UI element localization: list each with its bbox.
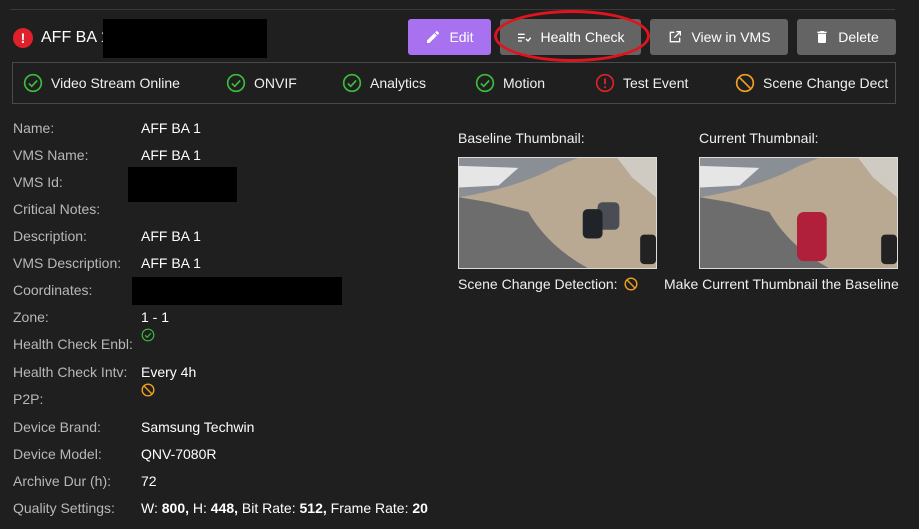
make-baseline-link[interactable]: Make Current Thumbnail the Baseline [664, 276, 899, 292]
block-icon [735, 73, 755, 93]
field-value: 72 [141, 473, 157, 489]
field-value: 1 - 1 [141, 309, 170, 325]
quality-bitrate: 512, [299, 500, 327, 516]
health-check-button[interactable]: Health Check [500, 19, 641, 55]
field-value: AFF BA 1 [141, 228, 201, 244]
pencil-icon [427, 30, 440, 43]
status-label: Analytics [370, 75, 427, 91]
alert-circle-icon [595, 73, 615, 93]
field-label: Coordinates: [13, 282, 93, 298]
field-label: Critical Notes: [13, 201, 101, 217]
field-label: Description: [13, 228, 87, 244]
device-title: AFF BA 1 [41, 29, 110, 46]
check-circle-icon [475, 73, 495, 93]
current-thumbnail-label: Current Thumbnail: [699, 130, 819, 146]
field-label: Device Model: [13, 446, 102, 462]
field-label: Health Check Intv: [13, 364, 128, 380]
current-thumbnail[interactable] [699, 157, 898, 269]
status-label: Test Event [623, 75, 689, 91]
field-label: Name: [13, 120, 55, 136]
field-label: VMS Description: [13, 255, 122, 271]
redacted-block [103, 19, 267, 58]
trash-icon [817, 31, 827, 43]
quality-height: 448, [210, 500, 239, 516]
field-label: P2P: [13, 391, 44, 407]
quality-framerate-label: Frame Rate: [330, 500, 409, 516]
status-scene-change: Scene Change Dect [735, 63, 888, 103]
redacted-coordinates [132, 277, 342, 305]
block-icon [624, 277, 638, 291]
view-in-vms-button-label: View in VMS [691, 29, 771, 45]
check-circle-icon [141, 328, 155, 345]
field-label: Archive Dur (h): [13, 473, 112, 489]
field-value: AFF BA 1 [141, 147, 201, 163]
field-label: Quality Settings: [13, 500, 115, 516]
field-label: Device Brand: [13, 419, 101, 435]
delete-button-label: Delete [838, 29, 879, 45]
alert-icon: ! [13, 28, 33, 48]
field-value: QNV-7080R [141, 446, 217, 462]
redacted-vms-id [128, 167, 237, 202]
field-label: Health Check Enbl: [13, 336, 133, 352]
field-label: VMS Id: [13, 174, 63, 190]
field-value: Every 4h [141, 364, 197, 380]
header-divider [10, 9, 895, 10]
status-video-stream: Video Stream Online [23, 63, 180, 103]
view-in-vms-button[interactable]: View in VMS [650, 19, 788, 55]
status-onvif: ONVIF [226, 63, 297, 103]
quality-width: 800, [161, 500, 189, 516]
device-header: ! AFF BA 1 [13, 26, 109, 50]
field-value: AFF BA 1 [141, 120, 201, 136]
baseline-thumbnail-label: Baseline Thumbnail: [458, 130, 585, 146]
field-value: W: 800, H: 448, Bit Rate: 512, Frame Rat… [141, 500, 428, 516]
scene-change-label: Scene Change Detection: [458, 276, 618, 292]
check-circle-icon [342, 73, 362, 93]
block-icon [141, 383, 155, 400]
status-label: ONVIF [254, 75, 297, 91]
baseline-thumbnail[interactable] [458, 157, 657, 269]
field-value: AFF BA 1 [141, 255, 201, 271]
field-label: VMS Name: [13, 147, 89, 163]
field-value: Samsung Techwin [141, 419, 255, 435]
delete-button[interactable]: Delete [797, 19, 896, 55]
field-label: Zone: [13, 309, 49, 325]
edit-button[interactable]: Edit [408, 19, 491, 55]
checklist-icon [518, 33, 532, 42]
status-analytics: Analytics [342, 63, 426, 103]
quality-width-label: W: [141, 500, 158, 516]
status-label: Scene Change Dect [763, 75, 889, 91]
status-motion: Motion [475, 63, 545, 103]
status-label: Motion [503, 75, 546, 91]
health-check-button-label: Health Check [540, 29, 625, 45]
status-bar: Video Stream Online ONVIF Analytics Moti… [12, 62, 896, 104]
quality-height-label: H: [192, 500, 207, 516]
status-test-event: Test Event [595, 63, 688, 103]
open-external-icon [670, 31, 682, 43]
quality-framerate: 20 [412, 500, 428, 516]
check-circle-icon [226, 73, 246, 93]
scene-change-detection: Scene Change Detection: [458, 276, 638, 292]
check-circle-icon [23, 73, 43, 93]
edit-button-label: Edit [449, 29, 474, 45]
quality-bitrate-label: Bit Rate: [241, 500, 296, 516]
status-label: Video Stream Online [51, 75, 180, 91]
